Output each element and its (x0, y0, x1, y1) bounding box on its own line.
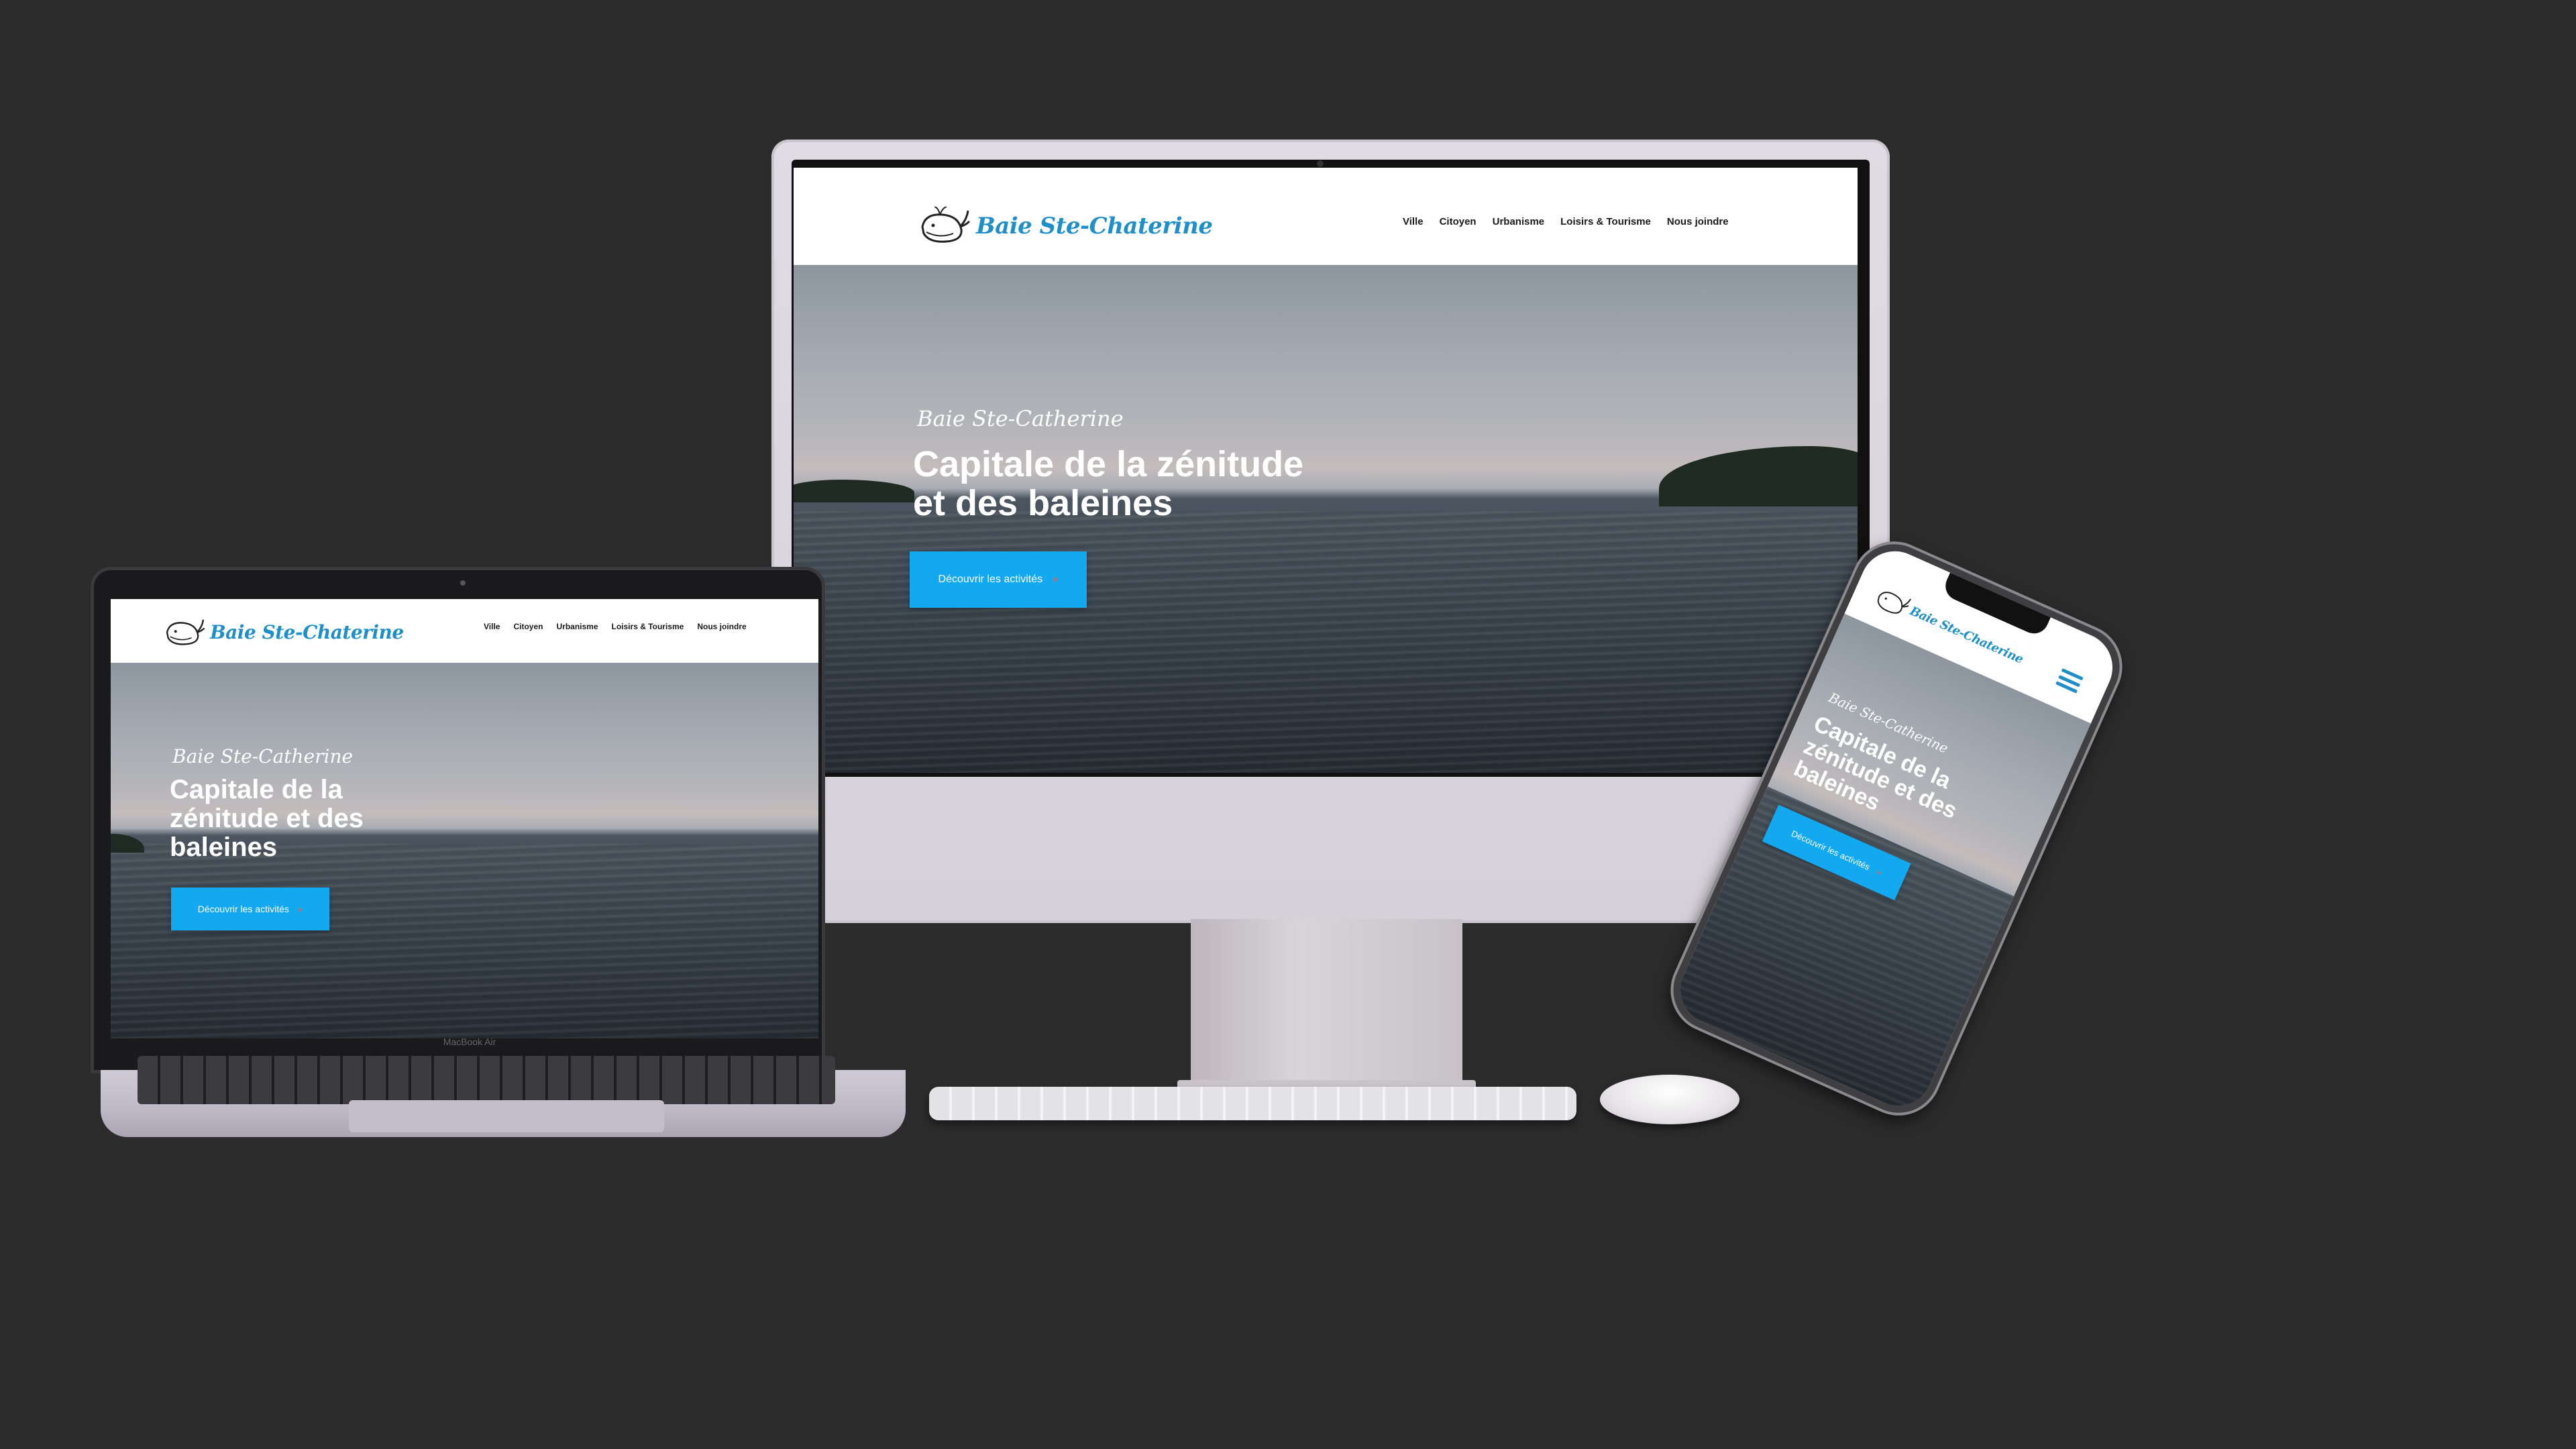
keyboard (929, 1087, 1576, 1120)
cta-arrow-icon: » (297, 904, 303, 914)
imac-camera (1317, 160, 1324, 167)
site-logo-text: Baie Ste-Chaterine (210, 621, 404, 643)
hero-title: Capitale de la zénitude et des baleines (913, 444, 1304, 524)
cta-arrow-icon: » (1052, 574, 1059, 585)
nav-item-urbanisme[interactable]: Urbanisme (556, 622, 598, 631)
cta-label: Découvrir les activités (938, 574, 1043, 585)
hero-hill-left (794, 480, 914, 502)
hero-water (794, 511, 1858, 773)
hero-hill-left (111, 834, 144, 853)
nav-item-nous-joindre[interactable]: Nous joindre (697, 622, 746, 631)
hero-title: Capitale de la zénitude et des baleines (170, 775, 364, 863)
site-logo-text: Baie Ste-Chaterine (976, 213, 1213, 239)
macbook-label: MacBook Air (443, 1036, 496, 1047)
hamburger-menu-icon[interactable] (2055, 668, 2084, 694)
discover-activities-button[interactable]: Découvrir les activités » (171, 888, 329, 930)
imac-stand (1191, 919, 1462, 1087)
site-logo[interactable]: Baie Ste-Chaterine (920, 207, 1213, 246)
discover-activities-button[interactable]: Découvrir les activités » (910, 551, 1087, 608)
nav-item-ville[interactable]: Ville (484, 622, 500, 631)
nav-item-loisirs-tourisme[interactable]: Loisirs & Tourisme (1560, 216, 1651, 227)
hero-section: Baie Ste-Catherine Capitale de la zénitu… (111, 663, 818, 1038)
nav-item-urbanisme[interactable]: Urbanisme (1493, 216, 1545, 227)
hero-section: Baie Ste-Catherine Capitale de la zénitu… (794, 265, 1858, 773)
macbook-camera (460, 580, 466, 586)
site-header: Baie Ste-Chaterine Ville Citoyen Urbanis… (794, 168, 1858, 265)
macbook-keyboard (138, 1056, 835, 1104)
mouse (1600, 1075, 1739, 1124)
cta-label: Découvrir les activités (197, 904, 289, 914)
macbook-website: Baie Ste-Chaterine Ville Citoyen Urbanis… (111, 599, 818, 1038)
nav-item-nous-joindre[interactable]: Nous joindre (1667, 216, 1729, 227)
main-nav: Ville Citoyen Urbanisme Loisirs & Touris… (1403, 216, 1729, 227)
hero-hill-right (1659, 446, 1858, 506)
cta-arrow-icon: » (1874, 865, 1884, 877)
main-nav: Ville Citoyen Urbanisme Loisirs & Touris… (484, 622, 747, 631)
nav-item-ville[interactable]: Ville (1403, 216, 1424, 227)
site-header: Baie Ste-Chaterine Ville Citoyen Urbanis… (111, 599, 818, 663)
whale-icon (921, 207, 971, 243)
hero-script-heading: Baie Ste-Catherine (172, 745, 354, 767)
nav-item-loisirs-tourisme[interactable]: Loisirs & Tourisme (612, 622, 684, 631)
nav-item-citoyen[interactable]: Citoyen (513, 622, 543, 631)
macbook-trackpad (349, 1100, 664, 1132)
whale-icon (166, 619, 205, 645)
hero-water (111, 844, 818, 1038)
nav-item-citoyen[interactable]: Citoyen (1440, 216, 1477, 227)
whale-icon (1877, 592, 1912, 614)
site-logo[interactable]: Baie Ste-Chaterine (164, 616, 404, 647)
hero-script-heading: Baie Ste-Catherine (917, 406, 1124, 431)
imac-website: Baie Ste-Chaterine Ville Citoyen Urbanis… (794, 168, 1858, 773)
